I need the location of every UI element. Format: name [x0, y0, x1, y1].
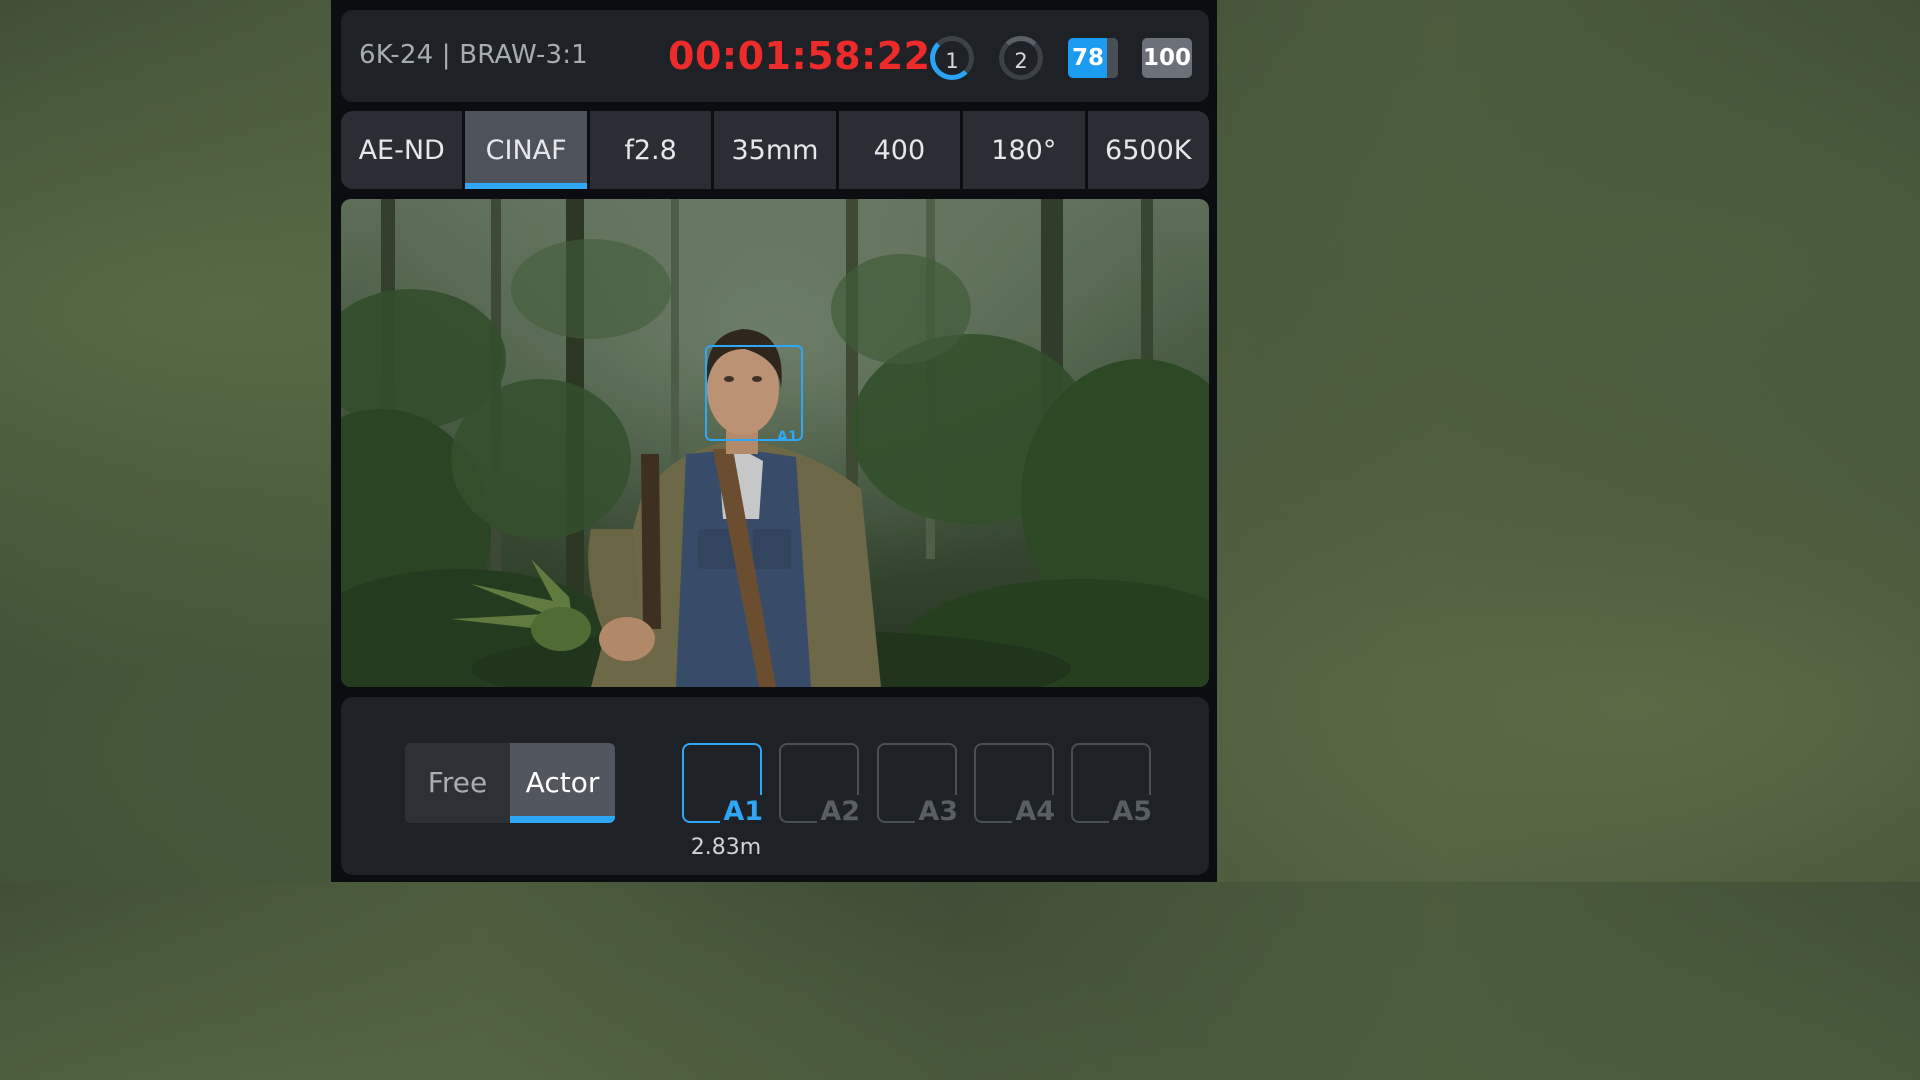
param-shutter-angle[interactable]: 180° [963, 111, 1085, 189]
param-focus-mode[interactable]: CINAF [465, 111, 588, 189]
actor-slot-a1[interactable]: A1 [682, 743, 766, 829]
battery-1-level: 78 [1071, 45, 1104, 71]
actor-slot-a2[interactable]: A2 [779, 743, 863, 829]
param-iso[interactable]: 400 [838, 111, 961, 189]
camera-parameter-bar: AE-ND CINAF f2.8 35mm 400 180° 6500K [341, 111, 1209, 189]
tracking-panel: Free Actor A1 A2 A3 A4 A5 2.83m [341, 697, 1209, 875]
tracking-mode-toggle: Free Actor [405, 743, 615, 823]
mode-actor-button[interactable]: Actor [510, 743, 615, 823]
actor-slot-a3-label: A3 [915, 795, 961, 829]
camera-monitor: 6K-24 | BRAW-3:1 00:01:58:22 1 2 78 100 … [331, 0, 1217, 882]
battery-2-level: 100 [1142, 45, 1191, 71]
viewfinder[interactable]: A1 [341, 199, 1209, 687]
focus-distance-readout: 2.83m [690, 835, 762, 860]
battery-1-indicator[interactable]: 78 [1068, 38, 1118, 78]
face-tracking-label: A1 [777, 429, 798, 445]
actor-slot-a5[interactable]: A5 [1071, 743, 1155, 829]
face-tracking-box[interactable] [705, 345, 803, 441]
recording-format[interactable]: 6K-24 | BRAW-3:1 [359, 40, 588, 70]
media-card-2-indicator[interactable]: 2 [999, 36, 1043, 80]
media-card-1-indicator[interactable]: 1 [930, 36, 974, 80]
timecode[interactable]: 00:01:58:22 [668, 34, 931, 78]
actor-slot-a5-label: A5 [1109, 795, 1155, 829]
mode-free-button[interactable]: Free [405, 743, 510, 823]
actor-slot-a4-label: A4 [1012, 795, 1058, 829]
actor-slot-a4[interactable]: A4 [974, 743, 1058, 829]
viewfinder-image [341, 199, 1209, 687]
actor-slot-a3[interactable]: A3 [877, 743, 961, 829]
status-bar: 6K-24 | BRAW-3:1 00:01:58:22 1 2 78 100 [341, 10, 1209, 102]
media-card-2-label: 2 [1014, 49, 1028, 73]
param-focal-length[interactable]: 35mm [714, 111, 836, 189]
media-card-1-label: 1 [945, 49, 959, 73]
actor-slot-a1-label: A1 [720, 795, 766, 829]
param-exposure-nd[interactable]: AE-ND [341, 111, 463, 189]
actor-slot-a2-label: A2 [817, 795, 863, 829]
param-white-balance[interactable]: 6500K [1087, 111, 1209, 189]
param-aperture[interactable]: f2.8 [589, 111, 712, 189]
battery-2-indicator[interactable]: 100 [1142, 38, 1192, 78]
